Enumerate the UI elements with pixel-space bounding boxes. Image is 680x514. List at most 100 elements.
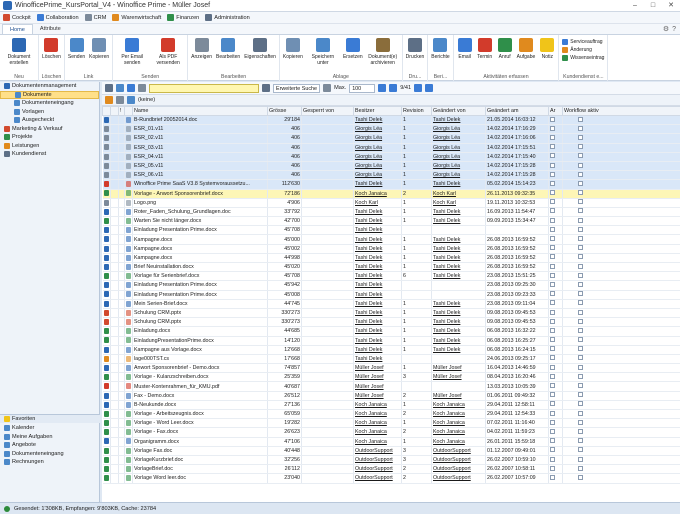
archived-cell[interactable] bbox=[548, 437, 563, 447]
row-selector[interactable] bbox=[102, 381, 111, 392]
row-selector[interactable] bbox=[102, 336, 111, 346]
workflow-cell[interactable] bbox=[562, 354, 680, 365]
archived-checkbox[interactable] bbox=[550, 337, 555, 343]
tab-attribute[interactable]: Attribute bbox=[33, 24, 68, 34]
column-header-geändert-am[interactable]: Geändert am bbox=[485, 106, 549, 116]
workflow-checkbox[interactable] bbox=[578, 171, 583, 177]
workflow-cell[interactable] bbox=[562, 455, 680, 466]
workflow-checkbox[interactable] bbox=[578, 263, 583, 269]
table-row[interactable]: Muster-Kontenrahmen_für_KMU.pdf 40'687 Mül… bbox=[102, 381, 680, 392]
archived-cell[interactable] bbox=[548, 381, 563, 392]
workflow-cell[interactable] bbox=[562, 437, 680, 447]
archived-cell[interactable] bbox=[548, 216, 563, 227]
column-header-workflow-aktiv[interactable]: Workflow aktiv bbox=[562, 106, 680, 116]
workflow-checkbox[interactable] bbox=[578, 199, 583, 205]
archived-cell[interactable] bbox=[548, 290, 563, 300]
workflow-checkbox[interactable] bbox=[578, 392, 583, 398]
row-selector[interactable] bbox=[102, 354, 111, 365]
row-selector[interactable] bbox=[102, 179, 111, 190]
row-selector[interactable] bbox=[102, 400, 111, 411]
archived-cell[interactable] bbox=[548, 363, 563, 374]
column-header-gesperrt-von[interactable]: Gesperrt von bbox=[301, 106, 354, 116]
table-row[interactable]: Fax - Demo.docx 26'512 Müller Josef 2 Müller… bbox=[102, 391, 680, 401]
archived-checkbox[interactable] bbox=[550, 373, 555, 379]
archived-cell[interactable] bbox=[548, 244, 563, 254]
archived-cell[interactable] bbox=[548, 280, 563, 291]
workflow-cell[interactable] bbox=[562, 244, 680, 254]
module-administration[interactable]: Administration bbox=[205, 14, 250, 21]
archived-cell[interactable] bbox=[548, 115, 563, 126]
row-selector[interactable] bbox=[102, 290, 111, 300]
workflow-checkbox[interactable] bbox=[578, 401, 583, 407]
table-row[interactable]: ESR_03.v11 406 Giorgis Léa 1 Giorgis Léa 14.0… bbox=[102, 143, 680, 153]
archived-cell[interactable] bbox=[548, 354, 563, 365]
archived-checkbox[interactable] bbox=[550, 447, 555, 453]
archived-cell[interactable] bbox=[548, 464, 563, 475]
table-row[interactable]: Brief Neuinstallation.docx 45'020 Tashi De… bbox=[102, 262, 680, 273]
workflow-cell[interactable] bbox=[562, 161, 680, 172]
table-row[interactable]: Anwort Sponsorenbrief - Demo.docx 74'857 M… bbox=[102, 363, 680, 374]
column-header-col3[interactable] bbox=[124, 106, 133, 116]
archived-cell[interactable] bbox=[548, 473, 563, 484]
archived-cell[interactable] bbox=[548, 400, 563, 411]
module-cockpit[interactable]: Cockpit bbox=[3, 14, 31, 21]
favorite-item-angebote[interactable]: Angebote bbox=[0, 441, 100, 450]
workflow-checkbox[interactable] bbox=[578, 153, 583, 159]
workflow-checkbox[interactable] bbox=[578, 300, 583, 306]
row-selector[interactable] bbox=[102, 464, 111, 475]
archived-checkbox[interactable] bbox=[550, 272, 555, 278]
row-selector[interactable] bbox=[102, 418, 111, 429]
workflow-cell[interactable] bbox=[562, 381, 680, 392]
row-selector[interactable] bbox=[102, 152, 111, 162]
favorite-item-dokumenteneingang[interactable]: Dokumenteneingang bbox=[0, 450, 100, 459]
archived-cell[interactable] bbox=[548, 326, 563, 337]
workflow-cell[interactable] bbox=[562, 391, 680, 401]
archived-checkbox[interactable] bbox=[550, 116, 555, 122]
row-selector[interactable] bbox=[102, 345, 111, 355]
module-finanzen[interactable]: Finanzen bbox=[167, 14, 199, 21]
table-row[interactable]: Kampagne aus Vorlage.docx 12'668 Tashi Del… bbox=[102, 345, 680, 355]
row-selector[interactable] bbox=[102, 198, 111, 208]
sidebar-item-vorlagen[interactable]: Vorlagen bbox=[0, 108, 99, 117]
table-row[interactable]: Vorlage - Word Leer.docx 19'282 Koch Janai… bbox=[102, 418, 680, 429]
workflow-cell[interactable] bbox=[562, 170, 680, 181]
workflow-checkbox[interactable] bbox=[578, 162, 583, 168]
workflow-checkbox[interactable] bbox=[578, 190, 583, 196]
archived-checkbox[interactable] bbox=[550, 318, 555, 324]
row-selector[interactable] bbox=[102, 446, 111, 456]
row-selector[interactable] bbox=[102, 115, 111, 126]
archived-checkbox[interactable] bbox=[550, 254, 555, 260]
row-selector[interactable] bbox=[102, 280, 111, 291]
archived-checkbox[interactable] bbox=[550, 245, 555, 251]
maximize-icon[interactable]: □ bbox=[644, 0, 662, 12]
archived-cell[interactable] bbox=[548, 409, 563, 420]
favorite-item-meine-aufgaben[interactable]: Meine Aufgaben bbox=[0, 433, 100, 442]
column-header-col1[interactable] bbox=[110, 106, 119, 116]
archived-checkbox[interactable] bbox=[550, 419, 555, 425]
column-header-grösse[interactable]: Grösse bbox=[267, 106, 302, 116]
archived-cell[interactable] bbox=[548, 170, 563, 181]
archived-checkbox[interactable] bbox=[550, 309, 555, 315]
archived-checkbox[interactable] bbox=[550, 199, 555, 205]
workflow-cell[interactable] bbox=[562, 152, 680, 162]
archived-cell[interactable] bbox=[548, 179, 563, 190]
table-row[interactable]: Vorlage - Fax.docx 26'623 Koch Janaica 2 Koc… bbox=[102, 427, 680, 438]
table-row[interactable]: Kampagne.docx 44'998 Tashi Delek 1 Tashi Del… bbox=[102, 253, 680, 264]
workflow-cell[interactable] bbox=[562, 271, 680, 282]
workflow-checkbox[interactable] bbox=[578, 245, 583, 251]
row-selector[interactable] bbox=[102, 207, 111, 218]
sidebar-item-dokumenteneingang[interactable]: Dokumenteneingang bbox=[0, 99, 99, 108]
workflow-checkbox[interactable] bbox=[578, 337, 583, 343]
row-selector[interactable] bbox=[102, 455, 111, 466]
archived-checkbox[interactable] bbox=[550, 364, 555, 370]
archived-cell[interactable] bbox=[548, 446, 563, 456]
row-selector[interactable] bbox=[102, 216, 111, 227]
row-selector[interactable] bbox=[102, 437, 111, 447]
row-selector[interactable] bbox=[102, 363, 111, 374]
workflow-checkbox[interactable] bbox=[578, 144, 583, 150]
next-page-icon[interactable] bbox=[414, 84, 423, 92]
row-selector[interactable] bbox=[102, 244, 111, 254]
workflow-checkbox[interactable] bbox=[578, 281, 583, 287]
table-row[interactable]: ESR_04.v11 406 Giorgis Léa 1 Giorgis Léa 14.0… bbox=[102, 152, 680, 162]
workflow-checkbox[interactable] bbox=[578, 272, 583, 278]
